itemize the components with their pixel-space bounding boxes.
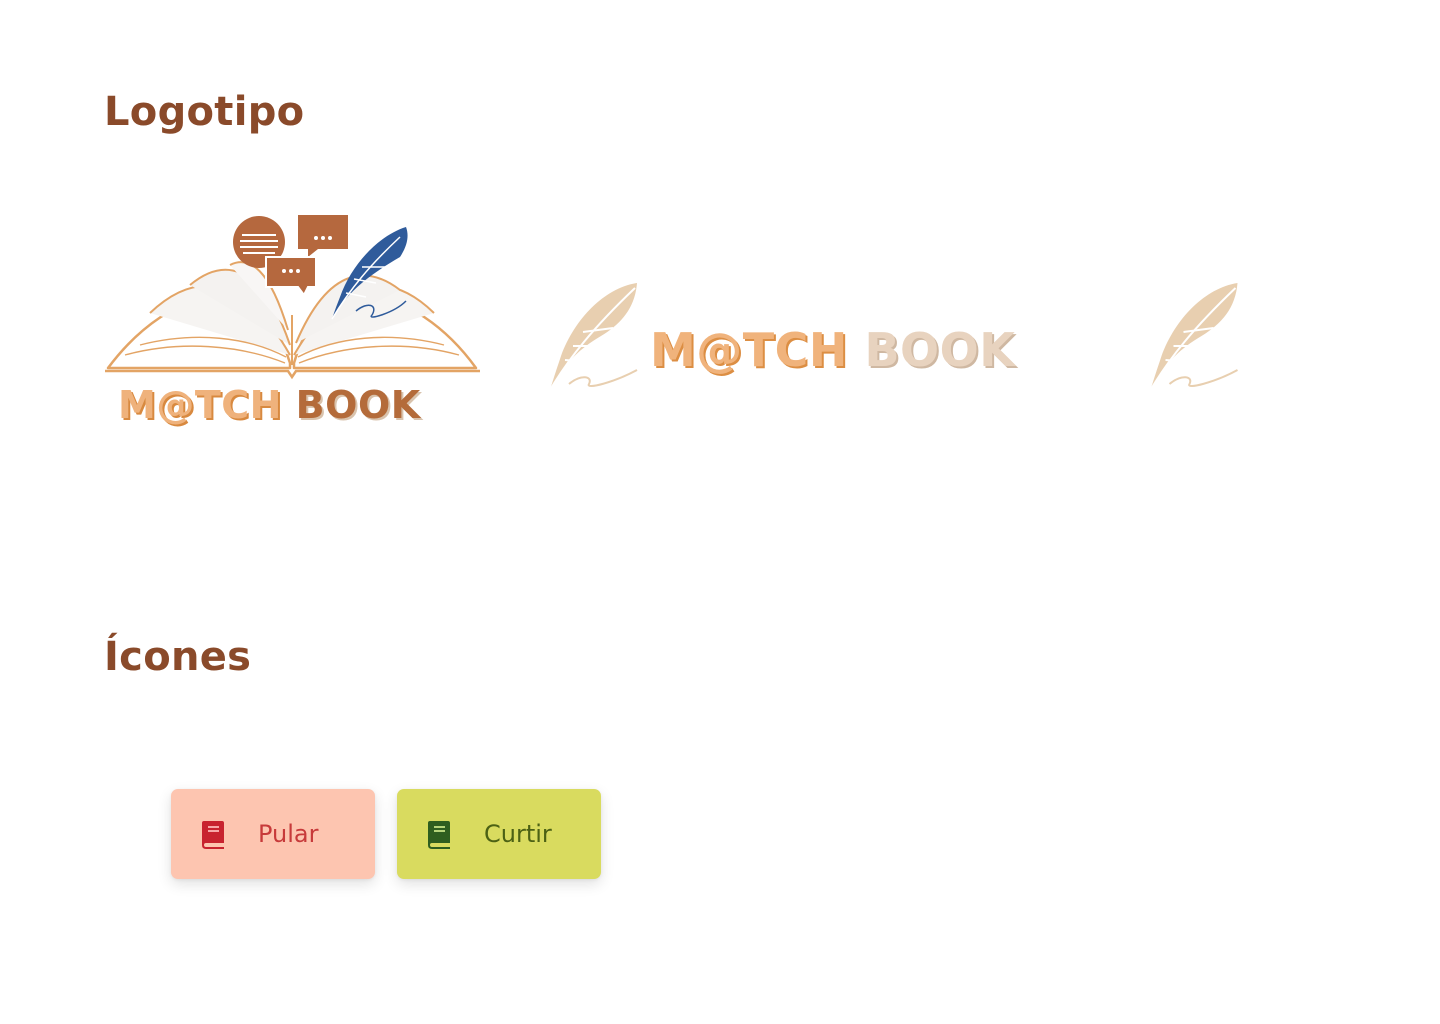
open-book-icon bbox=[105, 215, 480, 380]
wordmark-match: M@TCH bbox=[118, 383, 282, 427]
wordmark-match: M@TCH bbox=[650, 323, 848, 377]
skip-button[interactable]: Pular bbox=[171, 789, 375, 879]
logo-primary: M@TCH BOOK bbox=[100, 205, 484, 435]
like-button[interactable]: Curtir bbox=[397, 789, 601, 879]
book-icon bbox=[202, 821, 224, 849]
icons-section-title: Ícones bbox=[104, 634, 252, 680]
logo-horizontal: M@TCH BOOK bbox=[545, 278, 1035, 398]
logo-primary-wordmark: M@TCH BOOK bbox=[118, 383, 421, 427]
feather-icon bbox=[1149, 283, 1238, 391]
logo-symbol bbox=[1143, 278, 1248, 398]
logo-horizontal-wordmark: M@TCH BOOK bbox=[650, 324, 1015, 376]
wordmark-book: BOOK bbox=[295, 383, 421, 427]
skip-button-label: Pular bbox=[258, 820, 319, 848]
wordmark-book: BOOK bbox=[864, 323, 1016, 377]
logos-section-title: Logotipo bbox=[104, 89, 305, 135]
book-icon bbox=[428, 821, 450, 849]
feather-icon bbox=[549, 283, 638, 391]
like-button-label: Curtir bbox=[484, 820, 552, 848]
